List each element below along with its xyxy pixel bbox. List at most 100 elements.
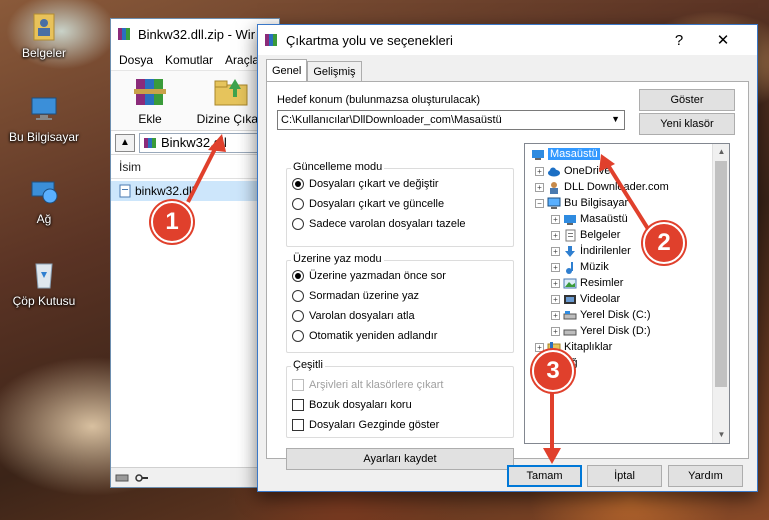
close-icon: ✕ xyxy=(716,32,730,49)
up-folder-button[interactable]: ▲ xyxy=(115,133,135,152)
option-label: Üzerine yazmadan önce sor xyxy=(309,270,446,282)
tree-node-disk-d[interactable]: + Yerel Disk (D:) xyxy=(551,323,651,339)
expand-icon[interactable]: + xyxy=(551,214,560,224)
desktop-icon-recycle-bin[interactable]: Çöp Kutusu xyxy=(2,258,86,308)
ok-button-label: Tamam xyxy=(526,470,563,482)
expand-icon[interactable]: + xyxy=(535,182,544,192)
tree-node-onedrive[interactable]: + OneDrive xyxy=(535,163,610,179)
menu-araclar[interactable]: Araçla xyxy=(225,53,259,67)
tree-node-label: OneDrive xyxy=(564,165,611,177)
radio-button[interactable] xyxy=(292,330,304,342)
expand-icon[interactable]: + xyxy=(535,166,544,176)
overwrite-option-skip[interactable]: Varolan dosyaları atla xyxy=(292,310,415,322)
pictures-icon xyxy=(563,278,577,288)
expand-icon[interactable]: + xyxy=(551,230,560,240)
expand-icon[interactable]: + xyxy=(551,310,560,320)
expand-icon[interactable]: + xyxy=(551,262,560,272)
desktop-icon-belgeler[interactable]: Belgeler xyxy=(2,10,86,60)
add-button[interactable]: Ekle xyxy=(117,75,183,126)
tree-node-disk-c[interactable]: + Yerel Disk (C:) xyxy=(551,307,651,323)
collapse-icon[interactable]: − xyxy=(535,198,544,208)
dest-path-value: C:\Kullanıcılar\DllDownloader_com\Masaüs… xyxy=(281,114,502,126)
desktop-icon-computer[interactable]: Bu Bilgisayar xyxy=(2,94,86,144)
close-button[interactable]: ✕ xyxy=(701,25,745,55)
desktop-icon xyxy=(564,214,576,225)
tab-genel[interactable]: Genel xyxy=(266,59,308,81)
tree-node-label: Yerel Disk (D:) xyxy=(580,325,651,337)
radio-button[interactable] xyxy=(292,178,304,190)
update-option-replace[interactable]: Dosyaları çıkart ve değiştir xyxy=(292,178,439,190)
tree-node-label: Masaüstü xyxy=(548,148,600,160)
user-icon xyxy=(550,181,558,194)
dialog-titlebar[interactable]: Çıkartma yolu ve seçenekleri ? ✕ xyxy=(258,25,757,55)
menu-komutlar[interactable]: Komutlar xyxy=(165,53,213,67)
expand-icon[interactable]: + xyxy=(551,278,560,288)
radio-button[interactable] xyxy=(292,198,304,210)
cancel-button[interactable]: İptal xyxy=(587,465,662,487)
tree-node-this-pc[interactable]: − Bu Bilgisayar xyxy=(535,195,628,211)
expand-icon[interactable]: + xyxy=(535,342,544,352)
update-option-update[interactable]: Dosyaları çıkart ve güncelle xyxy=(292,198,444,210)
step-number: 2 xyxy=(657,229,671,256)
option-label: Dosyaları Gezginde göster xyxy=(309,419,440,431)
radio-button[interactable] xyxy=(292,290,304,302)
tree-node-music[interactable]: + Müzik xyxy=(551,259,609,275)
scroll-thumb[interactable] xyxy=(715,161,727,387)
save-settings-button[interactable]: Ayarları kaydet xyxy=(286,448,514,470)
winrar-titlebar[interactable]: Binkw32.dll.zip - Wir xyxy=(111,19,279,49)
expand-icon[interactable]: + xyxy=(551,294,560,304)
winrar-books-icon xyxy=(134,79,166,105)
tree-node-pictures[interactable]: + Resimler xyxy=(551,275,623,291)
expand-icon[interactable]: + xyxy=(551,246,560,256)
dest-path-combo[interactable]: C:\Kullanıcılar\DllDownloader_com\Masaüs… xyxy=(277,110,625,130)
network-globe-icon xyxy=(31,181,58,204)
radio-button[interactable] xyxy=(292,310,304,322)
tree-node-label: Resimler xyxy=(580,277,624,289)
address-box[interactable]: Binkw32.dll xyxy=(139,132,275,153)
overwrite-option-ask[interactable]: Üzerine yazmadan önce sor xyxy=(292,270,446,282)
option-label: Varolan dosyaları atla xyxy=(309,310,415,322)
radio-button[interactable] xyxy=(292,218,304,230)
question-icon: ? xyxy=(674,31,684,49)
desktop-icon-label: Ağ xyxy=(36,212,52,226)
tree-node-videos[interactable]: + Videolar xyxy=(551,291,620,307)
show-button-label: Göster xyxy=(670,94,704,106)
tree-node-label: Videolar xyxy=(580,293,621,305)
tree-node-desktop-root[interactable]: Masaüstü xyxy=(531,146,600,162)
scroll-down-icon[interactable]: ▼ xyxy=(713,427,729,443)
new-folder-button[interactable]: Yeni klasör xyxy=(639,113,735,135)
checkbox[interactable] xyxy=(292,399,304,411)
column-header-name[interactable]: İsim xyxy=(111,155,279,179)
tree-node-downloads[interactable]: + İndirilenler xyxy=(551,243,631,259)
menu-dosya[interactable]: Dosya xyxy=(119,53,153,67)
help-button[interactable]: Yardım xyxy=(668,465,743,487)
folder-tree[interactable]: Masaüstü + OneDrive + DLL Downloader.com… xyxy=(524,143,730,444)
extract-to-button-label: Dizine Çıkart xyxy=(196,112,266,126)
tree-node-user[interactable]: + DLL Downloader.com xyxy=(535,179,669,195)
update-mode-title: Güncelleme modu xyxy=(291,161,385,173)
winrar-toolbar: Ekle Dizine Çıkart xyxy=(111,71,279,131)
tree-node-documents[interactable]: + Belgeler xyxy=(551,227,620,243)
ok-button[interactable]: Tamam xyxy=(507,465,582,487)
overwrite-option-noask[interactable]: Sormadan üzerine yaz xyxy=(292,290,419,302)
tree-node-label: Masaüstü xyxy=(580,213,628,225)
update-option-freshen[interactable]: Sadece varolan dosyaları tazele xyxy=(292,218,466,230)
help-title-button[interactable]: ? xyxy=(657,25,701,55)
tree-scrollbar[interactable]: ▲ ▼ xyxy=(712,144,729,443)
radio-button[interactable] xyxy=(292,270,304,282)
drive-icon xyxy=(563,310,577,319)
expand-icon[interactable]: + xyxy=(551,326,560,336)
checkbox[interactable] xyxy=(292,419,304,431)
cloud-icon xyxy=(548,167,560,176)
misc-title: Çeşitli xyxy=(291,359,325,371)
show-button[interactable]: Göster xyxy=(639,89,735,111)
overwrite-option-rename[interactable]: Otomatik yeniden adlandır xyxy=(292,330,437,342)
file-row[interactable]: binkw32.dll xyxy=(111,181,279,201)
desktop-icon-network[interactable]: Ağ xyxy=(2,176,86,226)
tab-gelismis[interactable]: Gelişmiş xyxy=(307,61,362,81)
scroll-up-icon[interactable]: ▲ xyxy=(713,144,729,160)
desktop-icon xyxy=(532,149,544,160)
misc-option-show-explorer[interactable]: Dosyaları Gezginde göster xyxy=(292,419,439,431)
tree-node-desktop[interactable]: + Masaüstü xyxy=(551,211,628,227)
misc-option-keep-broken[interactable]: Bozuk dosyaları koru xyxy=(292,399,412,411)
